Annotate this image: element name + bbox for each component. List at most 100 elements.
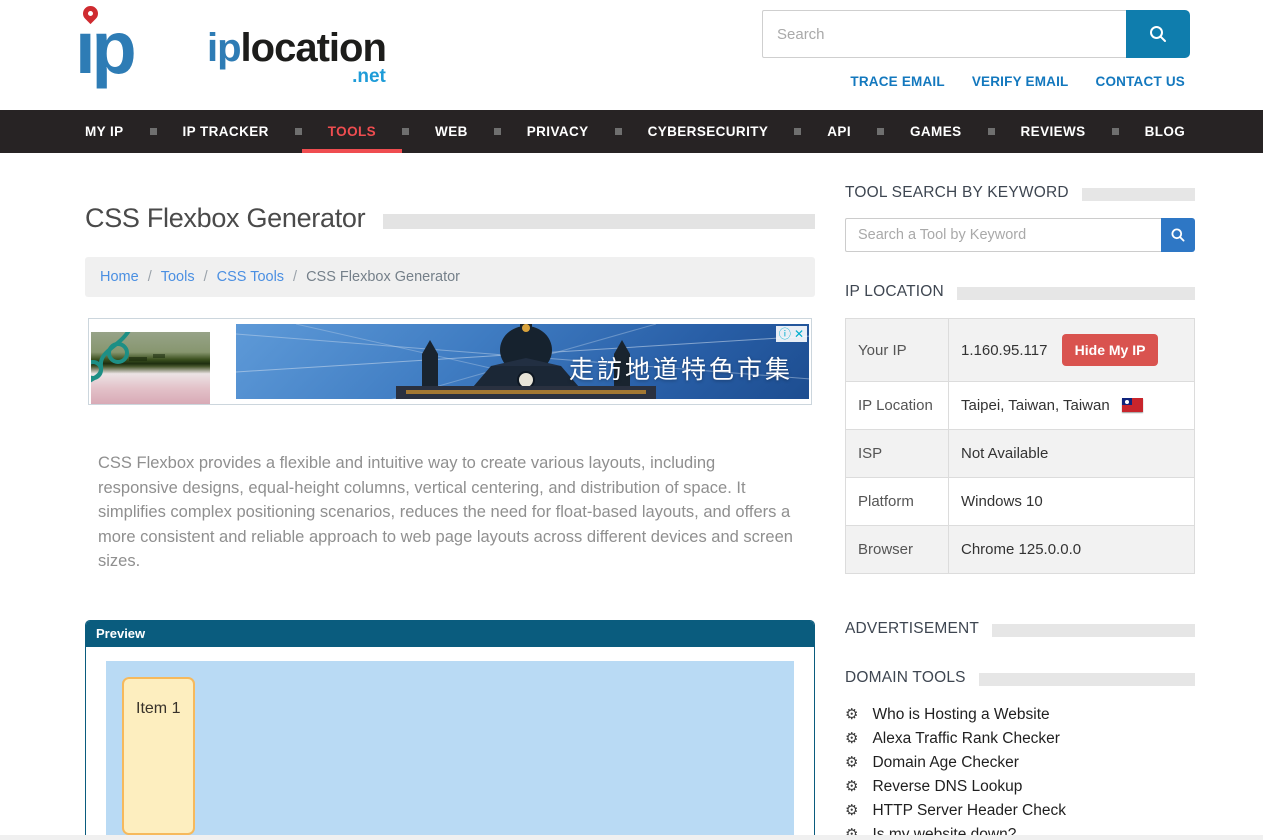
gear-icon: ⚙	[845, 755, 858, 771]
search-icon	[1148, 24, 1168, 44]
breadcrumb-home[interactable]: Home	[100, 269, 139, 285]
ad-headline: 走訪地道特色市集	[569, 350, 793, 386]
ip-location-value: Taipei, Taiwan, Taiwan	[961, 397, 1110, 414]
breadcrumb-tools[interactable]: Tools	[161, 269, 195, 285]
domain-tools-heading: DOMAIN TOOLS	[845, 669, 966, 687]
nav-item-games[interactable]: GAMES	[910, 110, 962, 153]
logo-mark: ıp	[75, 8, 205, 88]
nav-item-privacy[interactable]: PRIVACY	[527, 110, 589, 153]
browser-value: Chrome 125.0.0.0	[949, 526, 1195, 574]
tool-link[interactable]: Reverse DNS Lookup	[872, 778, 1022, 796]
page-title: CSS Flexbox Generator	[85, 203, 365, 234]
site-header: ıp iplocation .net TRACE EMAIL VERIFY EM…	[0, 0, 1263, 110]
trace-email-link[interactable]: TRACE EMAIL	[850, 74, 944, 89]
ad-banner[interactable]: 走訪地道特色市集 ⓘ ✕	[88, 318, 812, 405]
preview-panel-body: Item 1	[86, 647, 814, 840]
tool-link[interactable]: Alexa Traffic Rank Checker	[872, 730, 1060, 748]
row-label: IP Location	[846, 382, 949, 430]
tool-link[interactable]: Domain Age Checker	[872, 754, 1018, 772]
row-label: Platform	[846, 478, 949, 526]
row-label: ISP	[846, 430, 949, 478]
nav-separator	[494, 128, 501, 135]
list-item[interactable]: ⚙ Domain Age Checker	[845, 754, 1195, 772]
nav-separator	[615, 128, 622, 135]
nav-item-tools[interactable]: TOOLS	[302, 110, 402, 153]
table-row: IP Location Taipei, Taiwan, Taiwan	[846, 382, 1195, 430]
table-row: Browser Chrome 125.0.0.0	[846, 526, 1195, 574]
flexbox-preview-container: Item 1	[106, 661, 794, 840]
footer-section-edge	[0, 835, 1263, 840]
nav-separator	[988, 128, 995, 135]
ad-choice-badges: ⓘ ✕	[776, 326, 807, 342]
preview-panel: Preview Item 1	[85, 620, 815, 840]
hide-my-ip-button[interactable]: Hide My IP	[1062, 334, 1159, 366]
nav-item-ip-tracker[interactable]: IP TRACKER	[183, 110, 269, 153]
search-icon	[1170, 227, 1186, 243]
nav-separator	[295, 128, 302, 135]
nav-item-api[interactable]: API	[827, 110, 851, 153]
nav-separator	[1112, 128, 1119, 135]
ip-location-heading: IP LOCATION	[845, 283, 944, 301]
title-decoration-bar	[383, 214, 815, 229]
logo-name-ip: ip	[207, 26, 241, 70]
main-column: CSS Flexbox Generator Home / Tools / CSS…	[85, 153, 815, 840]
ad-main-image[interactable]: 走訪地道特色市集 ⓘ ✕	[236, 324, 809, 399]
tool-search-input[interactable]	[845, 218, 1161, 252]
gear-icon: ⚙	[845, 731, 858, 747]
preview-panel-header: Preview	[86, 621, 814, 647]
gear-icon: ⚙	[845, 803, 858, 819]
nav-item-web[interactable]: WEB	[435, 110, 468, 153]
nav-item-my-ip[interactable]: MY IP	[85, 110, 124, 153]
row-label: Your IP	[846, 319, 949, 382]
sidebar: TOOL SEARCH BY KEYWORD IP LOCATION	[845, 153, 1195, 840]
tool-search-heading: TOOL SEARCH BY KEYWORD	[845, 184, 1069, 202]
breadcrumb-css-tools[interactable]: CSS Tools	[217, 269, 284, 285]
ip-location-table: Your IP 1.160.95.117 Hide My IP IP Locat…	[845, 318, 1195, 574]
contact-us-link[interactable]: CONTACT US	[1096, 74, 1186, 89]
ad-info-icon[interactable]: ⓘ	[779, 326, 791, 342]
breadcrumb: Home / Tools / CSS Tools / CSS Flexbox G…	[85, 257, 815, 297]
ad-left-image[interactable]	[91, 332, 210, 404]
heading-decoration-bar	[992, 624, 1195, 637]
heading-decoration-bar	[957, 287, 1195, 300]
nav-separator	[877, 128, 884, 135]
breadcrumb-separator: /	[148, 269, 152, 285]
header-search-button[interactable]	[1126, 10, 1190, 58]
table-row: Platform Windows 10	[846, 478, 1195, 526]
platform-value: Windows 10	[949, 478, 1195, 526]
breadcrumb-current: CSS Flexbox Generator	[306, 269, 460, 285]
flexbox-preview-item[interactable]: Item 1	[122, 677, 195, 835]
header-search	[762, 10, 1190, 58]
tool-search-button[interactable]	[1161, 218, 1195, 252]
gear-icon: ⚙	[845, 779, 858, 795]
site-logo[interactable]: ıp iplocation .net	[75, 8, 386, 88]
nav-separator	[150, 128, 157, 135]
ad-close-icon[interactable]: ✕	[794, 326, 804, 342]
header-search-input[interactable]	[762, 10, 1126, 58]
tool-search	[845, 218, 1195, 252]
nav-item-blog[interactable]: BLOG	[1145, 110, 1186, 153]
list-item[interactable]: ⚙ Reverse DNS Lookup	[845, 778, 1195, 796]
logo-text: iplocation .net	[207, 28, 386, 88]
advertisement-heading: ADVERTISEMENT	[845, 620, 979, 638]
list-item[interactable]: ⚙ HTTP Server Header Check	[845, 802, 1195, 820]
nav-item-reviews[interactable]: REVIEWS	[1021, 110, 1086, 153]
main-nav: MY IP IP TRACKER TOOLS WEB PRIVACY CYBER…	[0, 110, 1263, 153]
tool-link[interactable]: HTTP Server Header Check	[872, 802, 1066, 820]
heading-decoration-bar	[1082, 188, 1195, 201]
isp-value: Not Available	[949, 430, 1195, 478]
taiwan-flag-icon	[1122, 398, 1143, 412]
list-item[interactable]: ⚙ Alexa Traffic Rank Checker	[845, 730, 1195, 748]
logo-name-location: location	[241, 26, 386, 70]
nav-item-cybersecurity[interactable]: CYBERSECURITY	[648, 110, 769, 153]
verify-email-link[interactable]: VERIFY EMAIL	[972, 74, 1069, 89]
list-item[interactable]: ⚙ Who is Hosting a Website	[845, 706, 1195, 724]
domain-tools-list: ⚙ Who is Hosting a Website ⚙ Alexa Traff…	[845, 706, 1195, 840]
tool-link[interactable]: Who is Hosting a Website	[872, 706, 1049, 724]
table-row: ISP Not Available	[846, 430, 1195, 478]
breadcrumb-separator: /	[204, 269, 208, 285]
heading-decoration-bar	[979, 673, 1195, 686]
your-ip-value: 1.160.95.117	[961, 342, 1047, 359]
table-row: Your IP 1.160.95.117 Hide My IP	[846, 319, 1195, 382]
row-label: Browser	[846, 526, 949, 574]
